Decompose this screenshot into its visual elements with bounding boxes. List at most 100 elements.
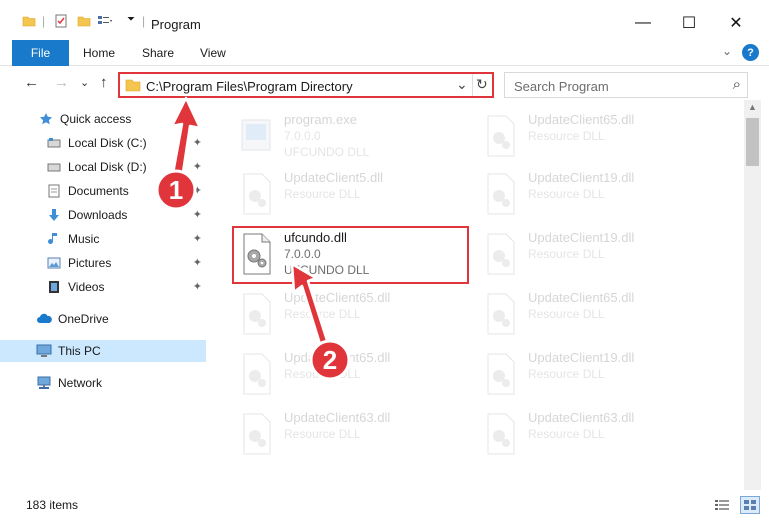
pin-icon[interactable]: ✦ [193, 160, 202, 173]
close-button[interactable]: ✕ [713, 8, 759, 38]
forward-button[interactable]: → [54, 74, 69, 91]
folder-icon[interactable] [22, 14, 36, 28]
customize-toolbar-icon[interactable]: ⏷ [127, 14, 135, 25]
pin-icon[interactable]: ✦ [193, 232, 202, 245]
file-tile[interactable]: program.exe 7.0.0.0 UFCUNDO DLL [238, 110, 468, 166]
file-list: program.exe 7.0.0.0 UFCUNDO DLL UpdateClie… [208, 100, 744, 490]
file-meta: Resource DLL [284, 307, 361, 321]
address-path: C:\Program Files\Program Directory [146, 79, 353, 94]
file-tile[interactable]: UpdateClient65.dll Resource DLL [238, 348, 468, 404]
file-meta: Resource DLL [284, 367, 361, 381]
sidebar-item-quick-access[interactable]: Quick access [0, 108, 206, 130]
drive-icon [46, 159, 62, 175]
scroll-thumb[interactable] [746, 118, 759, 166]
sidebar-item-label: Music [68, 232, 100, 246]
file-meta: 7.0.0.0 [284, 129, 321, 143]
sidebar-item-label: Documents [68, 184, 129, 198]
search-box[interactable]: Search Program ⌕ [504, 72, 748, 98]
file-name: UpdateClient19.dll [528, 230, 635, 245]
file-tile[interactable]: UpdateClient19.dll Resource DLL [482, 228, 712, 284]
dll-file-icon [243, 353, 271, 395]
scroll-up-icon[interactable]: ▲ [748, 102, 757, 112]
sidebar-item-label: Network [58, 376, 103, 390]
sidebar-item-local-disk-d[interactable]: Local Disk (D:) ✦ [0, 156, 206, 178]
star-icon [38, 111, 54, 127]
file-tile[interactable]: UpdateClient65.dll Resource DLL [482, 110, 712, 166]
search-icon[interactable]: ⌕ [733, 76, 741, 93]
address-dropdown-icon[interactable]: ⌄ [456, 76, 468, 93]
file-tile[interactable]: UpdateClient19.dll Resource DLL [482, 168, 712, 224]
address-bar[interactable]: C:\Program Files\Program Directory ⌄ ↻ [118, 72, 494, 98]
minimize-button[interactable]: — [620, 8, 666, 38]
pin-icon[interactable]: ✦ [193, 256, 202, 269]
refresh-icon[interactable]: ↻ [476, 76, 488, 93]
vertical-scrollbar[interactable]: ▲ [744, 100, 761, 490]
sidebar-item-label: Videos [68, 280, 105, 294]
sidebar-item-label: Local Disk (D:) [68, 160, 147, 174]
new-folder-icon[interactable] [77, 14, 91, 28]
file-meta: Resource DLL [528, 247, 605, 261]
file-meta: UFCUNDO DLL [284, 145, 370, 159]
dll-file-icon [243, 413, 271, 455]
tab-view[interactable]: View [200, 46, 226, 60]
recent-locations-button[interactable]: ⌄ [80, 76, 89, 89]
file-name: UpdateClient65.dll [284, 350, 391, 365]
tiles-view-icon[interactable] [740, 496, 760, 514]
folder-icon [125, 78, 141, 95]
expand-ribbon-icon[interactable]: ⌄ [722, 44, 732, 58]
pin-icon[interactable]: ✦ [193, 280, 202, 293]
sidebar-item-this-pc[interactable]: This PC [0, 340, 206, 362]
back-button[interactable]: ← [24, 74, 39, 91]
sidebar-item-videos[interactable]: Videos ✦ [0, 276, 206, 298]
maximize-button[interactable]: ☐ [666, 8, 712, 38]
documents-icon [46, 183, 62, 199]
pin-icon[interactable]: ✦ [193, 208, 202, 221]
pictures-icon [46, 255, 62, 271]
cloud-icon [36, 311, 52, 327]
sidebar-item-network[interactable]: Network [0, 372, 206, 394]
sidebar-item-pictures[interactable]: Pictures ✦ [0, 252, 206, 274]
sidebar-item-local-disk-c[interactable]: Local Disk (C:) ✦ [0, 132, 206, 154]
navigation-bar: ← → ⌄ ↑ C:\Program Files\Program Directo… [0, 66, 769, 100]
search-input[interactable]: Search Program [514, 79, 609, 94]
details-view-icon[interactable] [714, 498, 730, 515]
network-icon [36, 375, 52, 391]
file-tile[interactable]: UpdateClient63.dll Resource DLL [238, 408, 468, 464]
file-name: UpdateClient63.dll [284, 410, 391, 425]
file-meta: Resource DLL [528, 187, 605, 201]
file-tile[interactable]: UpdateClient19.dll Resource DLL [482, 348, 712, 404]
status-bar: 183 items [0, 490, 769, 529]
sidebar-item-label: This PC [58, 344, 101, 358]
divider [472, 74, 473, 96]
help-icon[interactable]: ? [742, 44, 759, 61]
sidebar-item-music[interactable]: Music ✦ [0, 228, 206, 250]
file-name: UpdateClient65.dll [284, 290, 391, 305]
file-name: program.exe [284, 112, 357, 127]
tab-share[interactable]: Share [142, 46, 174, 60]
file-name: UpdateClient65.dll [528, 290, 635, 305]
file-tile[interactable]: UpdateClient65.dll Resource DLL [238, 288, 468, 344]
sidebar-item-documents[interactable]: Documents ✦ [0, 180, 206, 202]
file-meta: Resource DLL [284, 187, 361, 201]
separator: | [42, 14, 46, 28]
file-name: UpdateClient5.dll [284, 170, 384, 185]
pin-icon[interactable]: ✦ [193, 184, 202, 197]
sidebar-item-onedrive[interactable]: OneDrive [0, 308, 206, 330]
ribbon: File Home Share View ⌄ ? [0, 40, 769, 66]
file-tile[interactable]: UpdateClient65.dll Resource DLL [482, 288, 712, 344]
view-options-icon[interactable] [97, 14, 113, 28]
tab-file[interactable]: File [12, 40, 69, 66]
pin-icon[interactable]: ✦ [193, 136, 202, 149]
sidebar-item-downloads[interactable]: Downloads ✦ [0, 204, 206, 226]
window-title: Program [151, 17, 201, 32]
file-meta: Resource DLL [528, 367, 605, 381]
file-tile[interactable]: UpdateClient63.dll Resource DLL [482, 408, 712, 464]
properties-icon[interactable] [54, 14, 68, 28]
downloads-icon [46, 207, 62, 223]
videos-icon [46, 279, 62, 295]
file-tile[interactable]: UpdateClient5.dll Resource DLL [238, 168, 468, 224]
dll-file-icon [487, 173, 515, 215]
up-button[interactable]: ↑ [100, 74, 108, 91]
tab-home[interactable]: Home [83, 46, 115, 60]
dll-file-icon [487, 413, 515, 455]
